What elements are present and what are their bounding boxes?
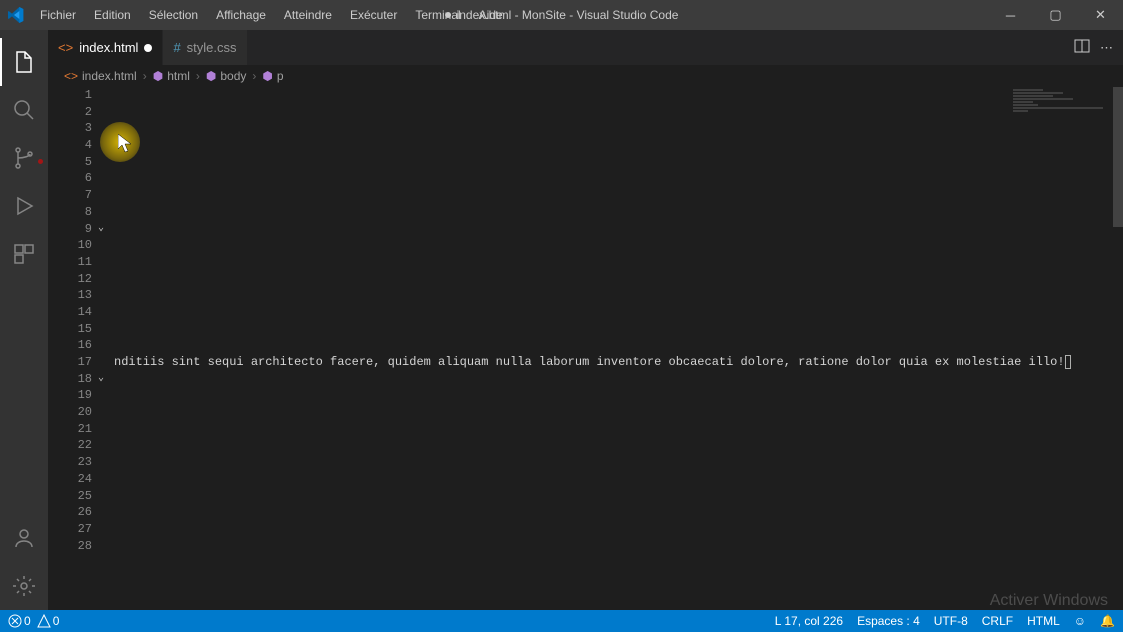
- error-icon: [8, 614, 22, 628]
- status-language[interactable]: HTML: [1027, 614, 1060, 628]
- css-file-icon: #: [173, 40, 180, 55]
- activity-explorer[interactable]: [0, 38, 48, 86]
- status-errors[interactable]: 0: [8, 614, 31, 628]
- status-indentation[interactable]: Espaces : 4: [857, 614, 920, 628]
- code-content[interactable]: nditiis sint sequi architecto facere, qu…: [106, 87, 1123, 610]
- menu-fichier[interactable]: Fichier: [32, 4, 84, 26]
- vertical-scrollbar[interactable]: [1113, 87, 1123, 227]
- chevron-right-icon: ›: [143, 69, 147, 83]
- menu-executer[interactable]: Exécuter: [342, 4, 405, 26]
- minimize-button[interactable]: ─: [988, 0, 1033, 30]
- vscode-logo-icon: [8, 7, 24, 23]
- tag-icon: ⬢: [153, 69, 163, 83]
- chevron-right-icon: ›: [252, 69, 256, 83]
- crumb-label[interactable]: index.html: [82, 69, 137, 83]
- menu-edition[interactable]: Edition: [86, 4, 139, 26]
- tag-icon: ⬢: [206, 69, 216, 83]
- tab-style-css[interactable]: # style.css: [163, 30, 247, 65]
- status-encoding[interactable]: UTF-8: [934, 614, 968, 628]
- dirty-dot-icon: [445, 12, 451, 18]
- fold-toggle-icon[interactable]: ⌄: [98, 371, 104, 388]
- tag-icon: ⬢: [262, 69, 272, 83]
- status-notifications-icon[interactable]: 🔔: [1100, 614, 1115, 628]
- activity-settings[interactable]: [0, 562, 48, 610]
- maximize-button[interactable]: ▢: [1033, 0, 1078, 30]
- more-actions-icon[interactable]: ⋯: [1100, 40, 1113, 56]
- gear-icon: [12, 574, 36, 598]
- warning-icon: [37, 614, 51, 628]
- line-gutter: 123456789⌄101112131415161718⌄19202122232…: [48, 87, 106, 610]
- tab-label: style.css: [187, 40, 237, 55]
- editor-area: <> index.html # style.css ⋯ <>index.html…: [48, 30, 1123, 610]
- git-branch-icon: [12, 146, 36, 170]
- titlebar: Fichier Edition Sélection Affichage Atte…: [0, 0, 1123, 30]
- chevron-right-icon: ›: [196, 69, 200, 83]
- status-feedback-icon[interactable]: ☺: [1074, 614, 1086, 628]
- html-file-icon: <>: [64, 69, 78, 83]
- tab-index-html[interactable]: <> index.html: [48, 30, 163, 65]
- dirty-indicator-icon: [144, 44, 152, 52]
- tabs-row: <> index.html # style.css ⋯: [48, 30, 1123, 65]
- menu-atteindre[interactable]: Atteindre: [276, 4, 340, 26]
- crumb-label[interactable]: body: [220, 69, 246, 83]
- activity-source-control[interactable]: [0, 134, 48, 182]
- close-button[interactable]: ✕: [1078, 0, 1123, 30]
- extensions-icon: [12, 242, 36, 266]
- window-title-label: index.html - MonSite - Visual Studio Cod…: [457, 8, 679, 22]
- code-editor[interactable]: 123456789⌄101112131415161718⌄19202122232…: [48, 87, 1123, 610]
- account-icon: [12, 526, 36, 550]
- menu-selection[interactable]: Sélection: [141, 4, 206, 26]
- error-count: 0: [24, 614, 31, 628]
- status-warnings[interactable]: 0: [37, 614, 60, 628]
- status-eol[interactable]: CRLF: [982, 614, 1013, 628]
- split-editor-icon[interactable]: [1074, 38, 1090, 57]
- activity-accounts[interactable]: [0, 514, 48, 562]
- activity-search[interactable]: [0, 86, 48, 134]
- crumb-label[interactable]: html: [167, 69, 190, 83]
- breadcrumbs[interactable]: <> index.html › ⬢ html › ⬢ body › ⬢ p: [48, 65, 1123, 87]
- fold-toggle-icon[interactable]: ⌄: [98, 221, 104, 238]
- menu-affichage[interactable]: Affichage: [208, 4, 274, 26]
- search-icon: [12, 98, 36, 122]
- crumb-label[interactable]: p: [277, 69, 284, 83]
- files-icon: [12, 50, 36, 74]
- menu-bar: Fichier Edition Sélection Affichage Atte…: [32, 4, 511, 26]
- status-cursor-position[interactable]: L 17, col 226: [775, 614, 843, 628]
- activity-extensions[interactable]: [0, 230, 48, 278]
- html-file-icon: <>: [58, 40, 73, 55]
- window-controls: ─ ▢ ✕: [988, 0, 1123, 30]
- statusbar: 0 0 L 17, col 226 Espaces : 4 UTF-8 CRLF…: [0, 610, 1123, 632]
- warning-count: 0: [53, 614, 60, 628]
- tab-label: index.html: [79, 40, 138, 55]
- window-title: index.html - MonSite - Visual Studio Cod…: [445, 8, 679, 22]
- play-bug-icon: [12, 194, 36, 218]
- activity-bar: [0, 30, 48, 610]
- activity-run-debug[interactable]: [0, 182, 48, 230]
